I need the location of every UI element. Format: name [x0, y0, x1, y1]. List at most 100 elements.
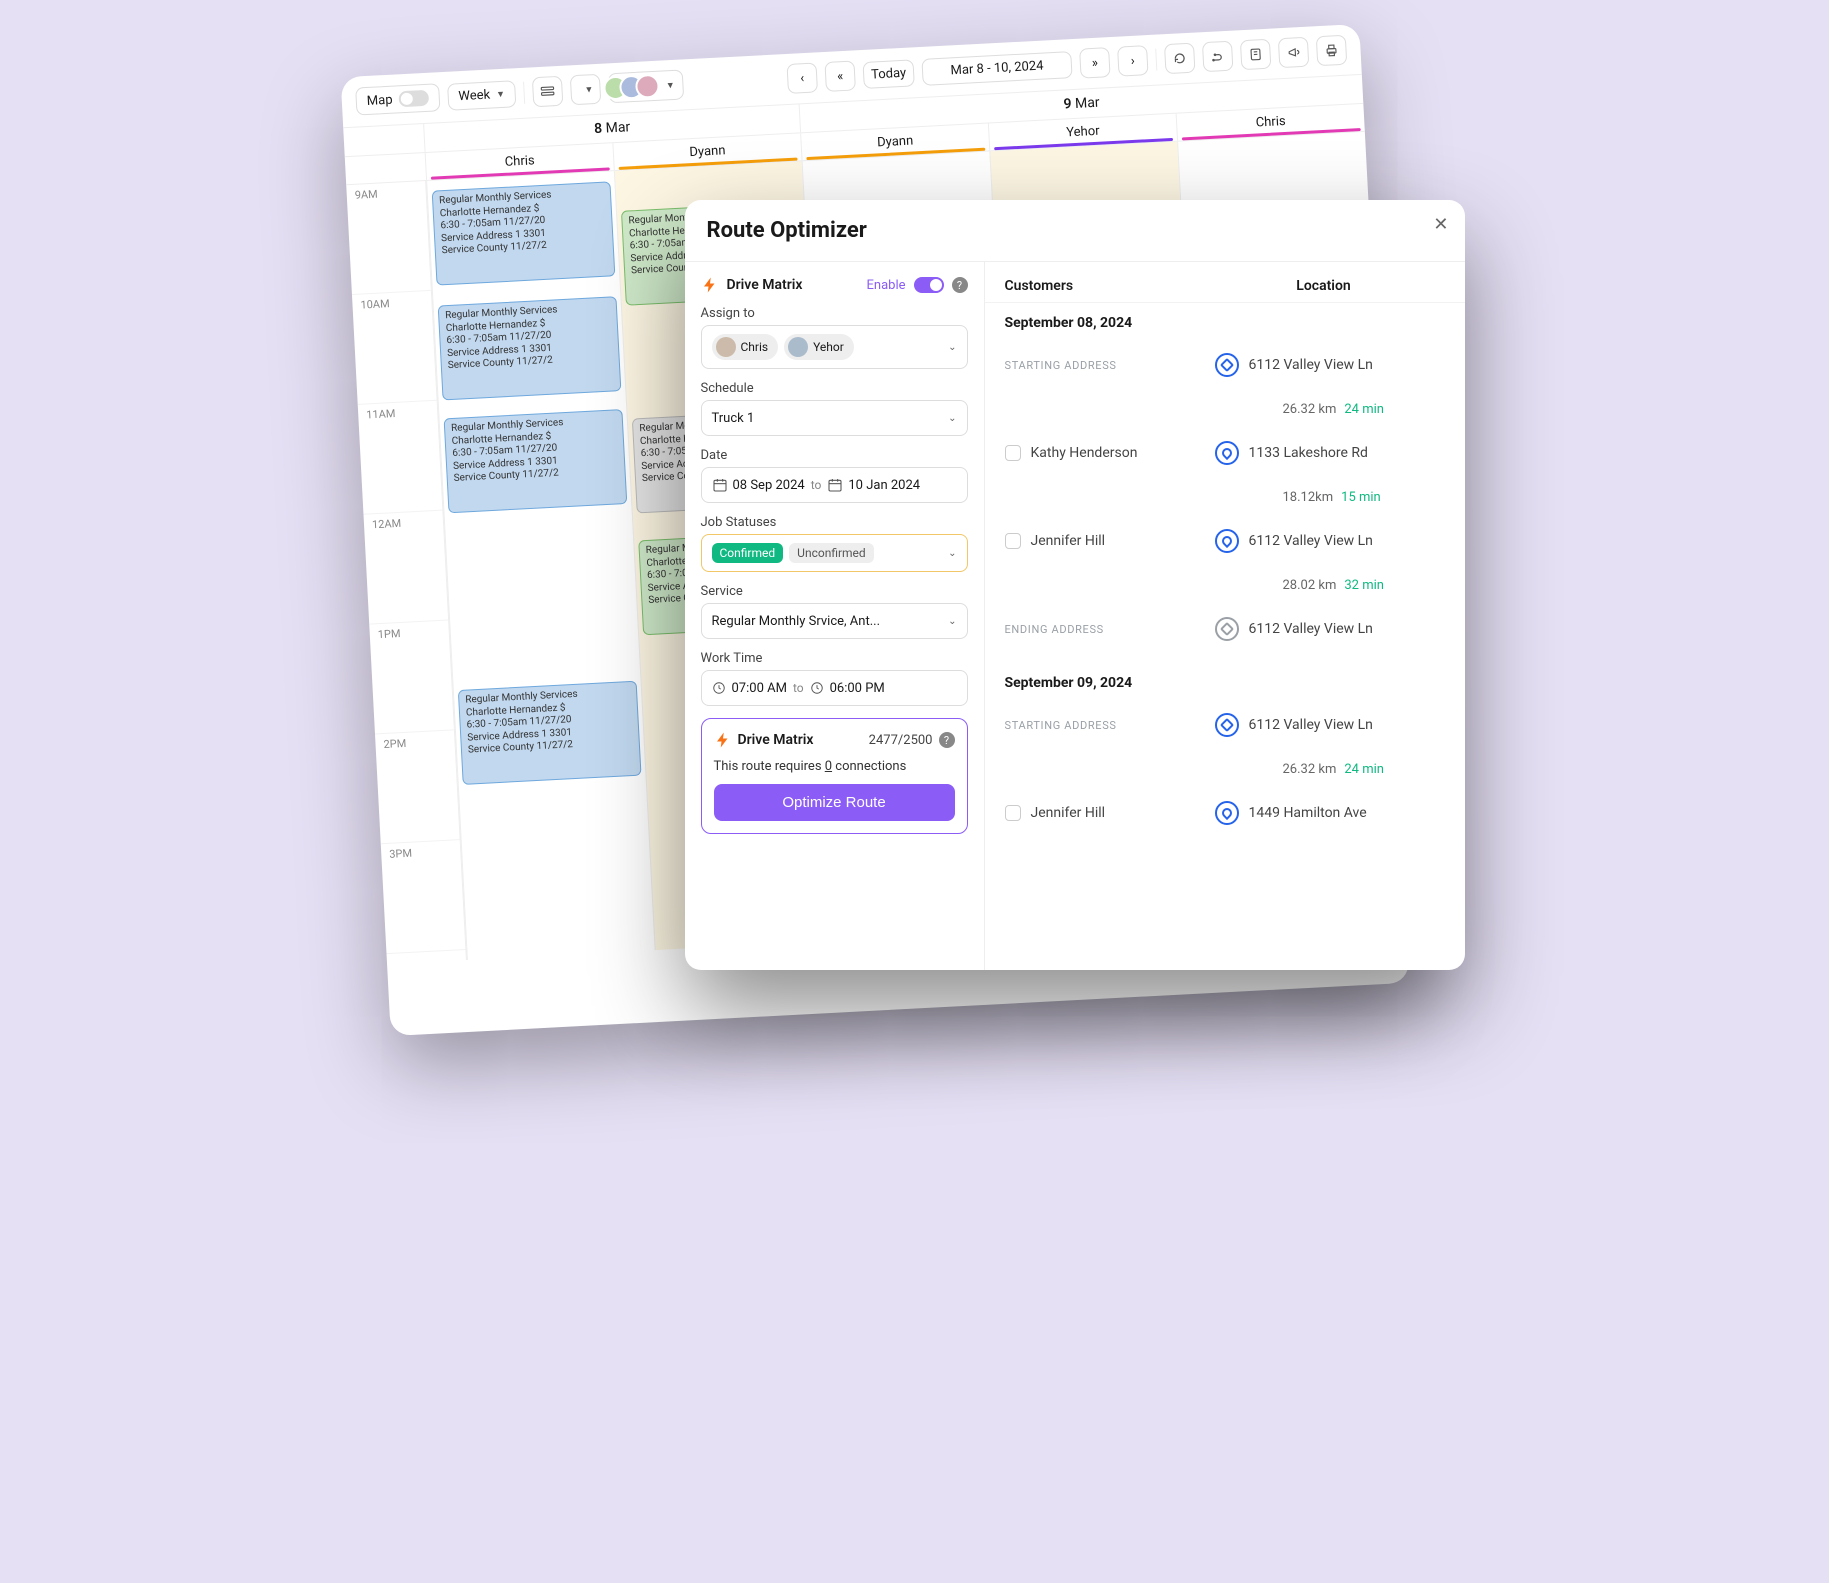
assignee-chip[interactable]: Chris	[712, 334, 779, 360]
print-icon	[1324, 42, 1339, 59]
stop-checkbox[interactable]	[1005, 533, 1021, 549]
chevron-down-icon: ▼	[495, 88, 504, 99]
optimizer-form: Drive Matrix Enable ? Assign to Chris Ye…	[685, 262, 985, 970]
starting-address-label: STARTING ADDRESS	[1005, 359, 1117, 372]
day-month: Mar	[1074, 95, 1099, 112]
route-node	[1215, 617, 1239, 641]
route-button[interactable]	[1201, 41, 1233, 73]
person-name: Chris	[504, 153, 535, 170]
next-button[interactable]: ›	[1117, 45, 1149, 77]
person-name: Dyann	[876, 133, 913, 150]
day-number: 8	[593, 121, 602, 137]
optimize-route-button[interactable]: Optimize Route	[714, 784, 955, 821]
clock-icon	[810, 681, 824, 695]
close-button[interactable]: ✕	[1433, 214, 1448, 235]
view-selector[interactable]: Week ▼	[446, 80, 516, 111]
chevron-down-icon: ⌄	[948, 342, 956, 353]
prev-button[interactable]: ‹	[786, 62, 818, 94]
modal-title: Route Optimizer	[685, 200, 1465, 261]
work-to: 06:00 PM	[830, 681, 885, 696]
calendar-event[interactable]: Regular Monthly ServicesCharlotte Hernan…	[443, 409, 627, 513]
hour-label: 11AM	[357, 401, 442, 515]
route-stop-row[interactable]: Jennifer Hill6112 Valley View Ln	[1005, 519, 1445, 563]
dm-usage: 2477/2500 ?	[869, 732, 955, 748]
chevron-right-icon: ›	[1130, 53, 1135, 68]
avatar	[716, 337, 736, 357]
bolt-icon	[701, 276, 719, 294]
date-range-display[interactable]: Mar 8 - 10, 2024	[921, 51, 1072, 86]
calendar-icon	[827, 477, 843, 493]
route-stop-row[interactable]: Kathy Henderson1133 Lakeshore Rd	[1005, 431, 1445, 475]
map-toggle-switch[interactable]	[398, 90, 429, 108]
hour-label: 1PM	[369, 620, 454, 734]
calendar-event[interactable]: Regular Monthly ServicesCharlotte Hernan…	[457, 681, 641, 785]
route-node	[1215, 713, 1239, 737]
schedule-select[interactable]: Truck 1 ⌄	[701, 400, 968, 436]
assignee-chip[interactable]: Yehor	[784, 334, 854, 360]
rows-icon-button[interactable]	[532, 76, 564, 108]
notes-button[interactable]	[1239, 39, 1271, 71]
schedule-value: Truck 1	[712, 411, 755, 426]
hour-label: 9AM	[346, 181, 431, 295]
route-gap: 26.32 km24 min	[1005, 747, 1445, 791]
chevron-down-icon: ▼	[584, 84, 593, 95]
assign-to-input[interactable]: Chris Yehor ⌄	[701, 325, 968, 369]
help-icon[interactable]: ?	[939, 732, 955, 748]
ending-address-label: ENDING ADDRESS	[1005, 623, 1104, 636]
dm-box-title: Drive Matrix	[738, 732, 814, 748]
service-select[interactable]: Regular Monthly Srvice, Ant... ⌄	[701, 603, 968, 639]
calendar-icon	[712, 477, 728, 493]
map-label: Map	[366, 92, 392, 108]
gap-duration: 24 min	[1344, 402, 1384, 417]
gap-distance: 18.12km	[1283, 490, 1334, 505]
enable-toggle[interactable]	[914, 277, 944, 293]
job-statuses-select[interactable]: Confirmed Unconfirmed ⌄	[701, 534, 968, 572]
rows-icon	[540, 83, 555, 100]
route-node	[1215, 441, 1239, 465]
next-fast-button[interactable]: »	[1079, 47, 1111, 79]
filter-icon-button[interactable]: ▼	[570, 74, 602, 106]
date-label: Date	[701, 448, 968, 463]
work-time-input[interactable]: 07:00 AM to 06:00 PM	[701, 670, 968, 706]
route-end-row: ENDING ADDRESS6112 Valley View Ln	[1005, 607, 1445, 651]
assignee-name: Chris	[741, 340, 769, 354]
gap-distance: 28.02 km	[1283, 578, 1337, 593]
help-icon[interactable]: ?	[952, 277, 968, 293]
avatars-stack	[611, 74, 660, 100]
prev-fast-button[interactable]: «	[824, 60, 856, 92]
calendar-event[interactable]: Regular Monthly ServicesCharlotte Hernan…	[437, 296, 621, 400]
route-icon	[1210, 48, 1225, 65]
stop-address: 1133 Lakeshore Rd	[1249, 445, 1368, 461]
calendar-event[interactable]: Regular Monthly ServicesCharlotte Hernan…	[431, 181, 615, 285]
stop-checkbox[interactable]	[1005, 805, 1021, 821]
clock-icon	[712, 681, 726, 695]
stop-checkbox[interactable]	[1005, 445, 1021, 461]
status-confirmed[interactable]: Confirmed	[712, 543, 784, 563]
route-columns-header: Customers Location	[985, 262, 1465, 303]
people-filter[interactable]: ▼	[608, 69, 684, 103]
route-day-heading: September 09, 2024	[1005, 675, 1445, 691]
filter-icon	[578, 82, 579, 98]
route-optimizer-modal: ✕ Route Optimizer Drive Matrix Enable ? …	[685, 200, 1465, 970]
route-day: September 09, 2024 STARTING ADDRESS6112 V…	[985, 663, 1465, 847]
route-stop-row[interactable]: Jennifer Hill1449 Hamilton Ave	[1005, 791, 1445, 835]
route-day: September 08, 2024STARTING ADDRESS6112 V…	[985, 303, 1465, 663]
today-button[interactable]: Today	[862, 59, 914, 89]
refresh-button[interactable]	[1163, 43, 1195, 75]
date-range-label: Mar 8 - 10, 2024	[950, 58, 1044, 78]
route-gap: 18.12km15 min	[1005, 475, 1445, 519]
map-toggle[interactable]: Map	[355, 83, 440, 115]
person-name: Yehor	[1065, 124, 1099, 141]
print-button[interactable]	[1315, 35, 1347, 67]
date-range-input[interactable]: 08 Sep 2024 to 10 Jan 2024	[701, 467, 968, 503]
route-gap: 26.32 km24 min	[1005, 387, 1445, 431]
status-unconfirmed[interactable]: Unconfirmed	[789, 543, 874, 563]
announce-button[interactable]	[1277, 37, 1309, 69]
notes-icon	[1248, 46, 1263, 63]
day-number: 9	[1063, 96, 1072, 112]
person-name: Dyann	[689, 143, 726, 160]
chevron-down-icon: ⌄	[948, 616, 956, 627]
today-label: Today	[870, 65, 906, 82]
route-start-row: STARTING ADDRESS6112 Valley View Ln	[1005, 703, 1445, 747]
person-name: Chris	[1255, 114, 1286, 131]
